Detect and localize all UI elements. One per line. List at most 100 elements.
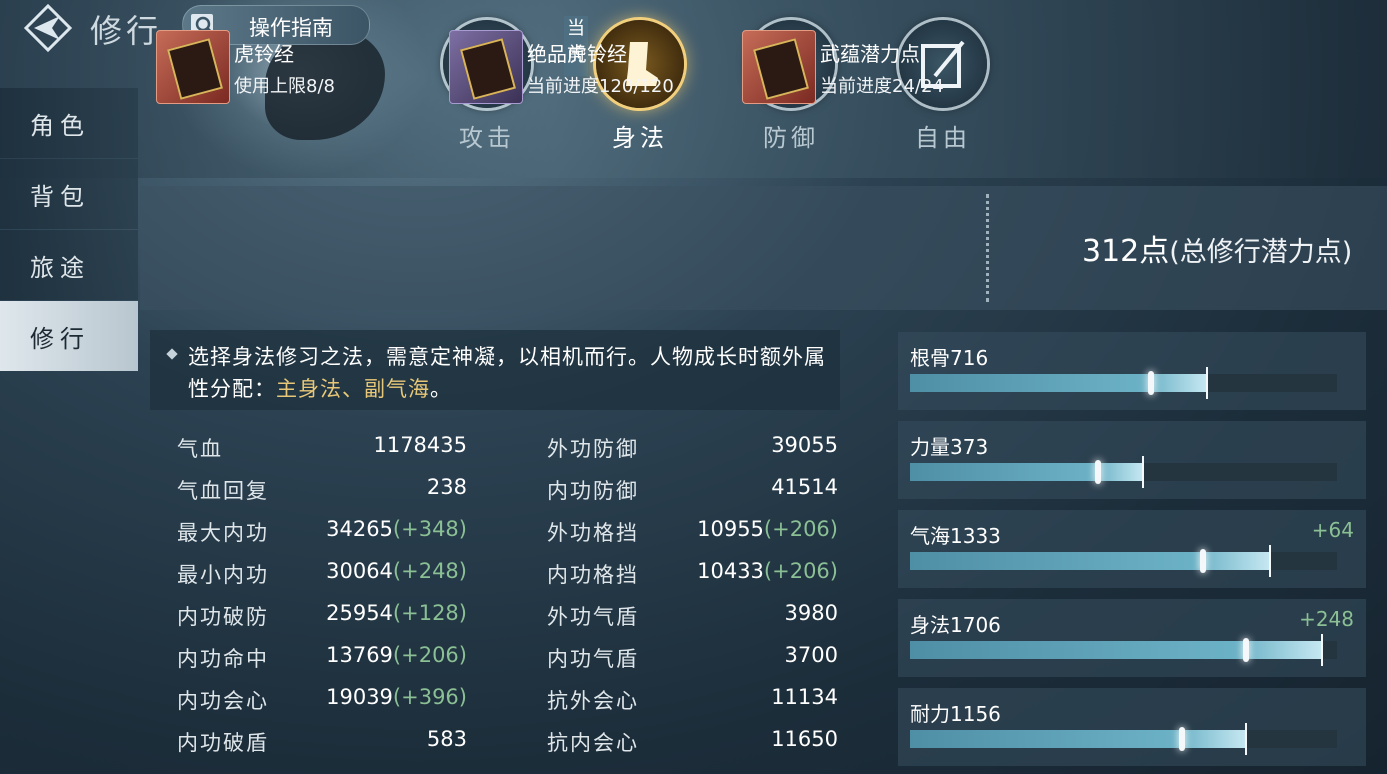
attribute-bar-end xyxy=(1206,367,1208,399)
stat-row: 外功格挡 10955(+206) xyxy=(547,517,838,557)
tab-label: 自由 xyxy=(915,124,971,152)
stat-bonus: (+348) xyxy=(392,517,467,541)
attribute-bar-marker xyxy=(1200,549,1206,573)
stat-label: 内功破防 xyxy=(177,605,269,629)
sidebar-item-bag[interactable]: 背包 xyxy=(0,159,138,229)
stat-bonus: (+206) xyxy=(763,517,838,541)
attribute-bonus: +248 xyxy=(1299,607,1354,631)
tab-label: 攻击 xyxy=(459,124,515,152)
stat-value: 11650 xyxy=(771,727,838,751)
attribute-row[interactable]: 耐力1156 xyxy=(898,688,1366,766)
sidebar-item-character[interactable]: 角色 xyxy=(0,88,138,158)
attribute-name: 耐力1156 xyxy=(910,702,1001,726)
stat-row: 内功破盾 583 xyxy=(177,727,467,767)
attribute-name: 力量373 xyxy=(910,435,989,459)
attribute-name: 气海1333 xyxy=(910,524,1001,548)
dotted-divider xyxy=(986,194,989,302)
stat-value: 19039(+396) xyxy=(326,685,467,709)
attribute-bar-fill xyxy=(910,641,1322,659)
attribute-row[interactable]: 根骨716 xyxy=(898,332,1366,410)
stat-bonus: (+128) xyxy=(392,601,467,625)
description-box: 选择身法修习之法，需意定神凝，以相机而行。人物成长时额外属性分配：主身法、副气海… xyxy=(150,330,840,410)
stat-label: 最小内功 xyxy=(177,563,269,587)
stat-row: 内功防御 41514 xyxy=(547,475,838,515)
stat-value: 41514 xyxy=(771,475,838,499)
tab-label: 防御 xyxy=(763,124,819,152)
sidebar-item-label: 旅途 xyxy=(30,254,90,282)
stat-value: 34265(+348) xyxy=(326,517,467,541)
back-button[interactable] xyxy=(20,0,76,56)
stat-value: 30064(+248) xyxy=(326,559,467,583)
stat-label: 抗内会心 xyxy=(547,731,639,755)
stat-row: 抗内会心 11650 xyxy=(547,727,838,767)
attribute-bonus: +64 xyxy=(1311,518,1354,542)
stat-row: 最小内功 30064(+248) xyxy=(177,559,467,599)
stat-bonus: (+206) xyxy=(763,559,838,583)
stat-label: 内功格挡 xyxy=(547,563,639,587)
page-title: 修行 xyxy=(90,12,163,50)
stat-label: 内功防御 xyxy=(547,479,639,503)
stat-row: 内功气盾 3700 xyxy=(547,643,838,683)
item-name: 武蕴潜力点 xyxy=(820,42,920,66)
stat-row: 外功气盾 3980 xyxy=(547,601,838,641)
item-name: 绝品虎铃经 xyxy=(527,42,627,66)
stat-value: 583 xyxy=(426,727,467,751)
attribute-bar-marker xyxy=(1179,727,1185,751)
book-item-icon xyxy=(156,30,230,104)
attribute-bar-marker xyxy=(1243,638,1249,662)
stat-row: 内功会心 19039(+396) xyxy=(177,685,467,725)
attribute-bar-track xyxy=(910,634,1337,666)
stat-row: 最大内功 34265(+348) xyxy=(177,517,467,557)
attribute-name: 根骨716 xyxy=(910,346,989,370)
sidebar-item-cultivation[interactable]: 修行 xyxy=(0,301,138,371)
stat-value: 11134 xyxy=(771,685,838,709)
stat-row: 内功破防 25954(+128) xyxy=(177,601,467,641)
stat-value: 1178435 xyxy=(373,433,467,457)
attribute-bar-marker xyxy=(1095,460,1101,484)
stat-label: 外功气盾 xyxy=(547,605,639,629)
stat-value: 10955(+206) xyxy=(697,517,838,541)
item-usage: 使用上限8/8 xyxy=(234,76,335,97)
total-potential-points: 312点(总修行潜力点) xyxy=(1082,226,1352,270)
sidebar: 角色 背包 旅途 修行 xyxy=(0,88,138,372)
stat-value: 10433(+206) xyxy=(697,559,838,583)
attribute-row[interactable]: 身法1706 +248 xyxy=(898,599,1366,677)
attribute-bar-fill xyxy=(910,730,1246,748)
stat-row: 外功防御 39055 xyxy=(547,433,838,473)
sidebar-item-label: 背包 xyxy=(30,183,90,211)
stat-row: 内功格挡 10433(+206) xyxy=(547,559,838,599)
stat-label: 抗外会心 xyxy=(547,689,639,713)
attribute-bar-end xyxy=(1245,723,1247,755)
stat-label: 外功格挡 xyxy=(547,521,639,545)
stat-label: 外功防御 xyxy=(547,437,639,461)
attribute-row[interactable]: 力量373 xyxy=(898,421,1366,499)
attribute-row[interactable]: 气海1333 +64 xyxy=(898,510,1366,588)
attribute-bar-fill xyxy=(910,374,1207,392)
book-item-icon xyxy=(742,30,816,104)
stat-label: 气血回复 xyxy=(177,479,269,503)
stat-value: 3980 xyxy=(784,601,838,625)
attribute-bar-marker xyxy=(1148,371,1154,395)
diamond-bullet-icon xyxy=(166,348,178,360)
attribute-bar-track xyxy=(910,545,1337,577)
stat-label: 内功破盾 xyxy=(177,731,269,755)
sidebar-item-journey[interactable]: 旅途 xyxy=(0,230,138,300)
stat-bonus: (+396) xyxy=(392,685,467,709)
stat-label: 内功命中 xyxy=(177,647,269,671)
attribute-bar-track xyxy=(910,456,1337,488)
stat-bonus: (+206) xyxy=(392,643,467,667)
attribute-bar-track xyxy=(910,367,1337,399)
attribute-bar-end xyxy=(1142,456,1144,488)
stat-label: 内功会心 xyxy=(177,689,269,713)
stat-row: 气血回复 238 xyxy=(177,475,467,515)
item-progress: 当前进度120/120 xyxy=(527,76,674,97)
stat-row: 气血 1178435 xyxy=(177,433,467,473)
stat-value: 3700 xyxy=(784,643,838,667)
attribute-name: 身法1706 xyxy=(910,613,1001,637)
stat-row: 内功命中 13769(+206) xyxy=(177,643,467,683)
stat-value: 13769(+206) xyxy=(326,643,467,667)
attribute-bar-end xyxy=(1321,634,1323,666)
stat-bonus: (+248) xyxy=(392,559,467,583)
book-item-icon xyxy=(449,30,523,104)
total-points-value: 312点 xyxy=(1082,234,1170,269)
